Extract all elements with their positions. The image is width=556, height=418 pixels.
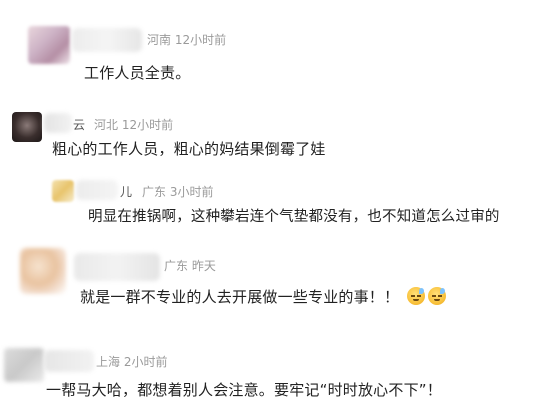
comment-meta: 上海 2小时前 [96,353,167,370]
comment-item: 上海 2小时前 一帮马大哈，都想着别人会注意。要牢记“时时放心不下”！ [0,0,556,418]
comment-location: 上海 [96,355,121,369]
avatar[interactable] [4,348,44,382]
comment-time: 2小时前 [123,355,168,369]
username-blurred[interactable] [44,350,94,372]
comment-text: 一帮马大哈，都想着别人会注意。要牢记“时时放心不下”！ [46,381,442,399]
